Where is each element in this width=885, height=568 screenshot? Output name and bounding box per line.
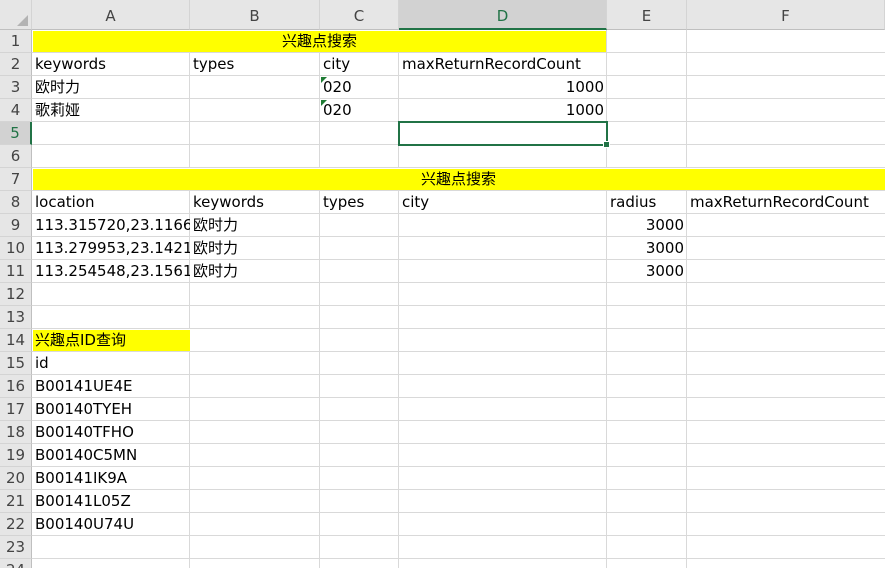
row-header-17[interactable]: 17 <box>0 398 32 421</box>
cell-d8[interactable]: city <box>399 191 607 214</box>
cell-e9[interactable]: 3000 <box>607 214 687 237</box>
row-header-9[interactable]: 9 <box>0 214 32 237</box>
cell-a14[interactable]: 兴趣点ID查询 <box>32 329 190 352</box>
cell-a18[interactable]: B00140TFHO <box>32 421 190 444</box>
cell-a11[interactable]: 113.254548,23.15612 <box>32 260 190 283</box>
cell-a10[interactable]: 113.279953,23.14215 <box>32 237 190 260</box>
row-header-20[interactable]: 20 <box>0 467 32 490</box>
row-header-18[interactable]: 18 <box>0 421 32 444</box>
row-header-5[interactable]: 5 <box>0 122 32 145</box>
row-header-11[interactable]: 11 <box>0 260 32 283</box>
row-header-3[interactable]: 3 <box>0 76 32 99</box>
column-header-d[interactable]: D <box>399 0 607 30</box>
spreadsheet-grid: A B C D E F 1 2 3 4 5 6 7 8 9 10 11 12 1… <box>0 0 885 568</box>
cell-a19[interactable]: B00140C5MN <box>32 444 190 467</box>
cell-a9[interactable]: 113.315720,23.11668 <box>32 214 190 237</box>
row-header-22[interactable]: 22 <box>0 513 32 536</box>
gridline <box>32 558 885 559</box>
cell-c8[interactable]: types <box>320 191 399 214</box>
column-header-c[interactable]: C <box>320 0 399 30</box>
cell-a20[interactable]: B00141IK9A <box>32 467 190 490</box>
gridline <box>686 30 687 168</box>
row-header-23[interactable]: 23 <box>0 536 32 559</box>
cell-a21[interactable]: B00141L05Z <box>32 490 190 513</box>
select-all-triangle-icon <box>17 15 28 26</box>
row-header-16[interactable]: 16 <box>0 375 32 398</box>
error-indicator-icon <box>321 77 327 83</box>
row-header-2[interactable]: 2 <box>0 53 32 76</box>
cell-e8[interactable]: radius <box>607 191 687 214</box>
cell-c4[interactable]: 020 <box>320 99 399 122</box>
error-indicator-icon <box>321 100 327 106</box>
cell-d2[interactable]: maxReturnRecordCount <box>399 53 607 76</box>
cell-e10[interactable]: 3000 <box>607 237 687 260</box>
row-header-13[interactable]: 13 <box>0 306 32 329</box>
column-header-a[interactable]: A <box>32 0 190 30</box>
cell-c2[interactable]: city <box>320 53 399 76</box>
row-header-15[interactable]: 15 <box>0 352 32 375</box>
cell-c3[interactable]: 020 <box>320 76 399 99</box>
row-header-7[interactable]: 7 <box>0 168 32 191</box>
selected-cell-d5[interactable] <box>398 121 610 148</box>
cell-d3[interactable]: 1000 <box>399 76 607 99</box>
cell-b8[interactable]: keywords <box>190 191 320 214</box>
row-header-8[interactable]: 8 <box>0 191 32 214</box>
cell-a2[interactable]: keywords <box>32 53 190 76</box>
cell-d4[interactable]: 1000 <box>399 99 607 122</box>
column-header-b[interactable]: B <box>190 0 320 30</box>
cell-a4[interactable]: 歌莉娅 <box>32 99 190 122</box>
cell-a22[interactable]: B00140U74U <box>32 513 190 536</box>
cell-a16[interactable]: B00141UE4E <box>32 375 190 398</box>
row-header-24[interactable]: 24 <box>0 559 32 568</box>
cell-a15[interactable]: id <box>32 352 190 375</box>
cell-b2[interactable]: types <box>190 53 320 76</box>
cell-b10[interactable]: 欧时力 <box>190 237 320 260</box>
row-header-12[interactable]: 12 <box>0 283 32 306</box>
row-header-19[interactable]: 19 <box>0 444 32 467</box>
column-header-e[interactable]: E <box>607 0 687 30</box>
cell-a8[interactable]: location <box>32 191 190 214</box>
cell-e11[interactable]: 3000 <box>607 260 687 283</box>
cell-a1-merged-title[interactable]: 兴趣点搜索 <box>32 30 607 53</box>
row-header-6[interactable]: 6 <box>0 145 32 168</box>
cell-a17[interactable]: B00140TYEH <box>32 398 190 421</box>
cell-a3[interactable]: 欧时力 <box>32 76 190 99</box>
cell-a7-merged-title[interactable]: 兴趣点搜索 <box>32 168 885 191</box>
row-header-10[interactable]: 10 <box>0 237 32 260</box>
fill-handle[interactable] <box>603 141 610 148</box>
gridline <box>32 305 885 306</box>
cell-b11[interactable]: 欧时力 <box>190 260 320 283</box>
column-header-f[interactable]: F <box>687 0 885 30</box>
row-header-1[interactable]: 1 <box>0 30 32 53</box>
select-all-button[interactable] <box>0 0 32 30</box>
cell-f8[interactable]: maxReturnRecordCount <box>687 191 885 214</box>
row-header-21[interactable]: 21 <box>0 490 32 513</box>
row-header-14[interactable]: 14 <box>0 329 32 352</box>
cell-b9[interactable]: 欧时力 <box>190 214 320 237</box>
row-header-4[interactable]: 4 <box>0 99 32 122</box>
